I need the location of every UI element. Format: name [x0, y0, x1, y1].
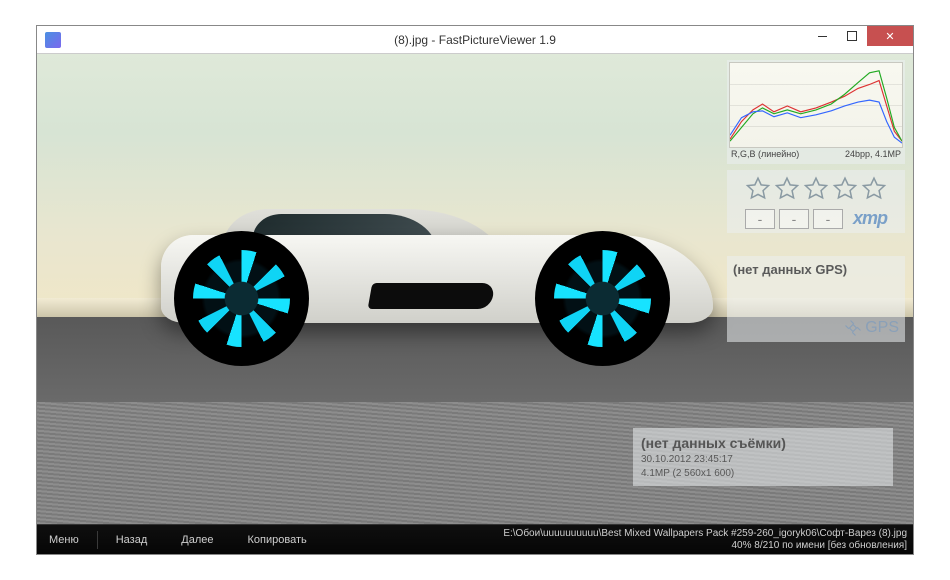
- status-info: 40% 8/210 по имени [без обновления]: [503, 540, 907, 552]
- window-title: (8).jpg - FastPictureViewer 1.9: [37, 33, 913, 47]
- status-block: E:\Обои\uuuuuuuuuu\Best Mixed Wallpapers…: [503, 528, 907, 551]
- histogram-footer: R,G,B (линейно) 24bpp, 4.1MP: [729, 148, 903, 160]
- maximize-button[interactable]: [837, 26, 867, 46]
- histogram-info-label: 24bpp, 4.1MP: [845, 149, 901, 159]
- exif-title: (нет данных съёмки): [641, 434, 885, 453]
- divider-icon: [97, 531, 98, 549]
- label-box-3[interactable]: -: [813, 209, 843, 229]
- bottom-bar: Меню Назад Далее Копировать E:\Обои\uuuu…: [37, 524, 913, 554]
- label-box-2[interactable]: -: [779, 209, 809, 229]
- star-icon[interactable]: [832, 176, 858, 202]
- car-wheel-front: [535, 231, 670, 366]
- window-controls: [807, 26, 913, 46]
- copy-button[interactable]: Копировать: [242, 534, 313, 546]
- exif-size: 4.1MP (2 560x1 600): [641, 467, 885, 481]
- star-icon[interactable]: [745, 176, 771, 202]
- xmp-label: xmp: [853, 208, 887, 229]
- exif-panel[interactable]: (нет данных съёмки) 30.10.2012 23:45:17 …: [633, 428, 893, 486]
- gps-badge: GPS: [843, 318, 899, 338]
- gps-title: (нет данных GPS): [733, 262, 899, 277]
- gps-badge-text: GPS: [865, 319, 899, 337]
- satellite-icon: [843, 318, 863, 338]
- content-area: R,G,B (линейно) 24bpp, 4.1MP - - - xmp (…: [37, 54, 913, 524]
- close-button[interactable]: [867, 26, 913, 46]
- gps-panel[interactable]: (нет данных GPS) GPS: [727, 256, 905, 342]
- rating-panel[interactable]: - - - xmp: [727, 170, 905, 233]
- back-button[interactable]: Назад: [110, 534, 154, 546]
- titlebar[interactable]: (8).jpg - FastPictureViewer 1.9: [37, 26, 913, 54]
- star-icon[interactable]: [803, 176, 829, 202]
- image-subject-car: [125, 200, 738, 360]
- label-box-1[interactable]: -: [745, 209, 775, 229]
- next-button[interactable]: Далее: [175, 534, 219, 546]
- histogram-mode-label: R,G,B (линейно): [731, 149, 799, 159]
- rating-labels: - - - xmp: [733, 208, 899, 229]
- status-path: E:\Обои\uuuuuuuuuu\Best Mixed Wallpapers…: [503, 528, 907, 540]
- histogram-graph: [730, 63, 902, 147]
- car-wheel-rear: [174, 231, 309, 366]
- minimize-button[interactable]: [807, 26, 837, 46]
- rating-stars[interactable]: [733, 176, 899, 202]
- app-icon: [45, 32, 61, 48]
- star-icon[interactable]: [774, 176, 800, 202]
- exif-date: 30.10.2012 23:45:17: [641, 453, 885, 467]
- histogram-panel[interactable]: R,G,B (линейно) 24bpp, 4.1MP: [727, 60, 905, 164]
- histogram-canvas: [729, 62, 903, 148]
- menu-button[interactable]: Меню: [43, 534, 85, 546]
- star-icon[interactable]: [861, 176, 887, 202]
- app-window: (8).jpg - FastPictureViewer 1.9: [36, 25, 914, 555]
